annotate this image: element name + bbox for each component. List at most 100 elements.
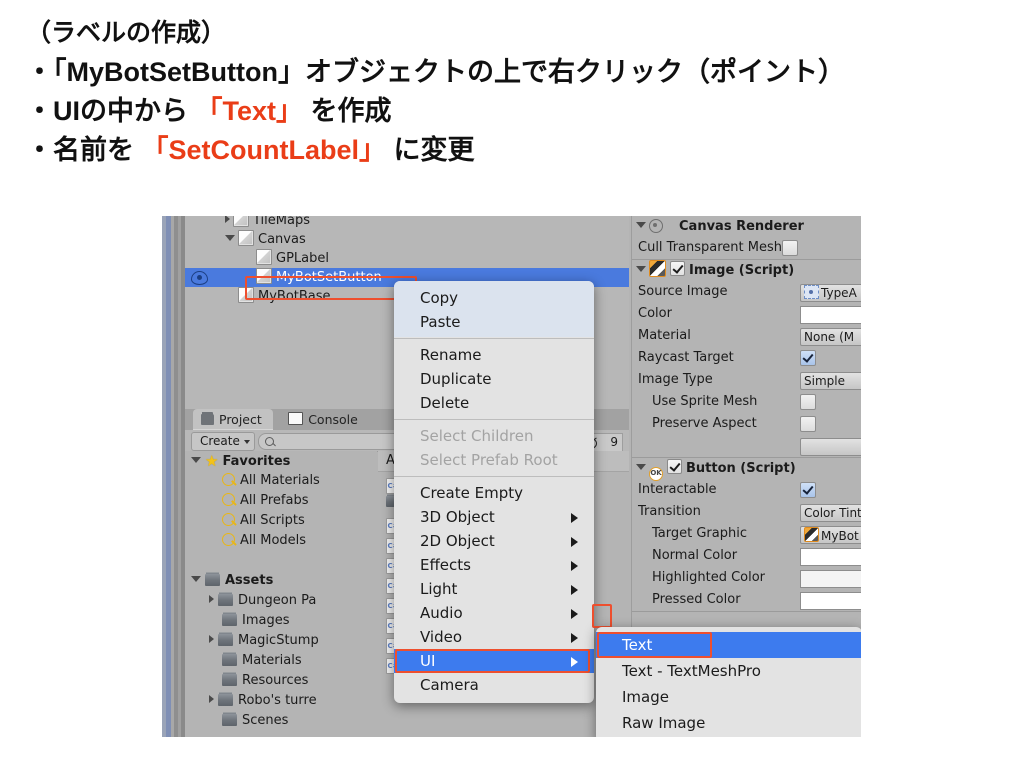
- folder-icon: [222, 654, 237, 666]
- disclosure-triangle-open-icon[interactable]: [636, 222, 646, 228]
- project-tree-item[interactable]: All Prefabs: [185, 491, 377, 511]
- property-checkbox[interactable]: [800, 394, 816, 410]
- context-menu-item-label: Select Prefab Root: [420, 451, 558, 469]
- hierarchy-item-label: MyBotBase: [258, 289, 331, 304]
- submenu-item[interactable]: Image: [596, 684, 861, 710]
- submenu-item[interactable]: Text: [596, 632, 861, 658]
- context-menu-item[interactable]: 2D Object: [394, 529, 594, 553]
- component-enabled-checkbox[interactable]: [670, 261, 685, 276]
- context-menu-item[interactable]: Audio: [394, 601, 594, 625]
- project-tree-item[interactable]: Assets: [185, 571, 377, 591]
- inspector-property-row: Interactable: [632, 479, 861, 501]
- property-color-field[interactable]: [800, 548, 861, 566]
- context-menu-item[interactable]: Create Empty: [394, 481, 594, 505]
- context-menu-item[interactable]: Copy: [394, 286, 594, 310]
- project-tab-label: Project: [219, 412, 262, 427]
- property-object-field[interactable]: None (M: [800, 328, 861, 346]
- create-button[interactable]: Create: [191, 432, 255, 451]
- context-menu-item[interactable]: 3D Object: [394, 505, 594, 529]
- project-tree-item[interactable]: All Models: [185, 531, 377, 551]
- disclosure-triangle-open-icon[interactable]: [191, 576, 201, 582]
- property-checkbox[interactable]: [800, 416, 816, 432]
- context-menu-item[interactable]: Duplicate: [394, 367, 594, 391]
- context-menu-item[interactable]: UI: [394, 649, 594, 673]
- hierarchy-row[interactable]: Canvas: [185, 230, 629, 249]
- property-checkbox[interactable]: [800, 482, 816, 498]
- disclosure-triangle-open-icon[interactable]: [636, 266, 646, 272]
- context-menu-item[interactable]: Light: [394, 577, 594, 601]
- submenu-item-label: Text: [622, 636, 653, 654]
- property-object-field[interactable]: MyBot: [800, 526, 861, 544]
- plain-text: （ラベルの作成）: [26, 19, 227, 47]
- property-dropdown[interactable]: Simple: [800, 372, 861, 390]
- project-tree-item[interactable]: MagicStump: [185, 631, 377, 651]
- property-button[interactable]: [800, 438, 861, 456]
- context-menu-item[interactable]: Effects: [394, 553, 594, 577]
- context-menu-item[interactable]: Camera: [394, 673, 594, 697]
- inspector-component-section: Canvas Renderer Cull Transparent Mesh: [632, 216, 861, 260]
- unity-editor-screenshot: TileMaps Canvas GPLabel MyBotSetButton MyBot…: [162, 216, 861, 737]
- submenu-item[interactable]: Text - TextMeshPro: [596, 658, 861, 684]
- context-menu-item: Select Children: [394, 424, 594, 448]
- disclosure-triangle-closed-icon[interactable]: [209, 595, 214, 603]
- property-checkbox[interactable]: [800, 350, 816, 366]
- project-tree-item[interactable]: Robo's turre: [185, 691, 377, 711]
- context-menu-item-label: 2D Object: [420, 532, 495, 550]
- project-tree-item[interactable]: Resources: [185, 671, 377, 691]
- project-tab-console[interactable]: Console: [280, 409, 369, 430]
- context-menu-item[interactable]: Paste: [394, 310, 594, 334]
- submenu-arrow-icon: [571, 633, 578, 643]
- context-menu-item-label: Effects: [420, 556, 471, 574]
- project-tree-item[interactable]: Materials: [185, 651, 377, 671]
- context-menu-item-label: Audio: [420, 604, 463, 622]
- context-menu-item[interactable]: Video: [394, 625, 594, 649]
- property-color-field[interactable]: [800, 306, 861, 324]
- hierarchy-row[interactable]: GPLabel: [185, 249, 629, 268]
- component-title: Canvas Renderer: [679, 219, 804, 234]
- component-header[interactable]: Image (Script): [632, 260, 861, 281]
- component-header[interactable]: Canvas Renderer: [632, 216, 861, 237]
- folder-icon: [205, 574, 220, 586]
- component-enabled-checkbox[interactable]: [667, 459, 682, 474]
- highlighted-text: 「SetCountLabel」: [141, 135, 387, 165]
- context-menu-item[interactable]: Delete: [394, 391, 594, 415]
- inspector-property-row: Transition Color Tint: [632, 501, 861, 523]
- context-menu-item-label: 3D Object: [420, 508, 495, 526]
- disclosure-triangle-closed-icon[interactable]: [209, 695, 214, 703]
- project-tree-item[interactable]: Scenes: [185, 711, 377, 731]
- property-color-field[interactable]: [800, 592, 861, 610]
- disclosure-triangle-open-icon[interactable]: [636, 464, 646, 470]
- project-tree-item[interactable]: All Materials: [185, 471, 377, 491]
- component-title: Button (Script): [686, 461, 796, 476]
- project-tree-item[interactable]: All Scripts: [185, 511, 377, 531]
- property-dropdown[interactable]: Color Tint: [800, 504, 861, 522]
- disclosure-triangle-open-icon[interactable]: [191, 457, 201, 463]
- inspector-component-section: OK Button (Script) Interactable Transition C…: [632, 458, 861, 612]
- plain-text: ・「MyBotSetButton」オブジェクトの上で右クリック（ポイント）: [26, 57, 845, 87]
- console-icon: [288, 412, 304, 425]
- slide-line: （ラベルの作成）: [26, 14, 1006, 53]
- property-color-field[interactable]: [800, 570, 861, 588]
- disclosure-triangle-closed-icon[interactable]: [209, 635, 214, 643]
- submenu-item[interactable]: Raw Image: [596, 710, 861, 736]
- magnifier-icon: [222, 473, 235, 486]
- project-tree-label: MagicStump: [238, 633, 319, 648]
- inspector-property-row: Image Type Simple: [632, 369, 861, 391]
- context-menu-item[interactable]: Rename: [394, 343, 594, 367]
- disclosure-triangle-closed-icon[interactable]: [225, 216, 230, 223]
- inspector-property-row: Pressed Color: [632, 589, 861, 611]
- submenu-item-label: Image: [622, 688, 669, 706]
- property-checkbox[interactable]: [782, 240, 798, 256]
- visibility-eye-icon[interactable]: [191, 271, 208, 285]
- context-menu: Copy Paste Rename Duplicate Delete Select Chi…: [394, 281, 594, 703]
- project-tree-label: All Prefabs: [240, 493, 309, 508]
- project-tab-project[interactable]: Project: [193, 409, 273, 430]
- project-tree-item[interactable]: Images: [185, 611, 377, 631]
- gameobject-cube-icon: [238, 287, 254, 303]
- project-tree-item[interactable]: ★ Favorites: [185, 451, 377, 471]
- component-header[interactable]: OK Button (Script): [632, 458, 861, 481]
- property-object-field[interactable]: TypeA: [800, 284, 861, 302]
- hierarchy-row[interactable]: TileMaps: [185, 216, 629, 230]
- project-tree-item[interactable]: Dungeon Pa: [185, 591, 377, 611]
- disclosure-triangle-open-icon[interactable]: [225, 235, 235, 241]
